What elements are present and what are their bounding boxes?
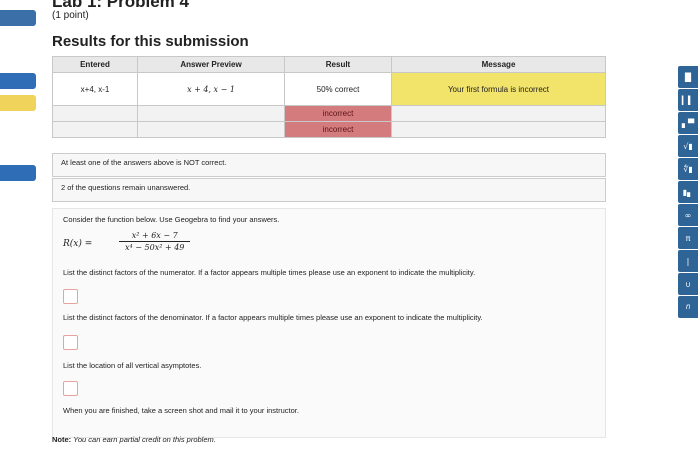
table-row: incorrect [52,105,606,122]
asymptotes-answer-input[interactable] [63,381,78,396]
preview-cell [137,105,285,122]
left-sidebar-tab[interactable] [0,10,36,26]
union-icon[interactable]: ∪ [678,273,698,295]
entered-cell [52,105,138,122]
left-sidebar-tab[interactable] [0,73,36,89]
question-denominator-factors: List the distinct factors of the denomin… [63,313,483,322]
abs-icon[interactable]: | [678,250,698,272]
fraction-bar [119,241,191,242]
numerator-answer-input[interactable] [63,289,78,304]
left-sidebar-tab[interactable] [0,95,36,111]
partial-credit-note: Note: You can earn partial credit on thi… [52,435,216,444]
table-row: x+4, x-1 x + 4, x − 1 50% correct Your f… [52,72,606,106]
problem-body: Consider the function below. Use Geogebr… [52,208,606,438]
not-correct-notice: At least one of the answers above is NOT… [52,153,606,177]
math-toolbar: ▐▌ ▎▍ ▖▀ √▮ ∜▮ ▮▖ ∞ π | ∪ 𝑛 [678,66,700,319]
finish-instructions: When you are finished, take a screen sho… [63,406,299,415]
result-cell: incorrect [284,105,392,122]
infinity-icon[interactable]: ∞ [678,204,698,226]
preview-cell: x + 4, x − 1 [137,72,285,106]
preview-cell [137,121,285,138]
column-header: Message [391,56,606,73]
function-numerator: x² + 6x − 7 [131,231,178,240]
pi-icon[interactable]: π [678,227,698,249]
column-header: Answer Preview [137,56,285,73]
table-header-row: Entered Answer Preview Result Message [52,56,606,73]
entered-cell [52,121,138,138]
subscript-icon[interactable]: ▮▖ [678,181,698,203]
mixed-fraction-icon[interactable]: ▎▍ [678,89,698,111]
message-cell [391,105,606,122]
results-table: Entered Answer Preview Result Message x+… [52,56,606,138]
function-label: R(x) = [63,239,93,249]
note-text: You can earn partial credit on this prob… [73,435,216,444]
function-denominator: x⁴ − 50x² + 49 [125,243,185,252]
question-numerator-factors: List the distinct factors of the numerat… [63,268,476,277]
entered-cell: x+4, x-1 [52,72,138,106]
table-row: incorrect [52,121,606,138]
question-vertical-asymptotes: List the location of all vertical asympt… [63,361,202,370]
denominator-answer-input[interactable] [63,335,78,350]
nth-root-icon[interactable]: ∜▮ [678,158,698,180]
message-cell: Your first formula is incorrect [391,72,606,106]
fraction-icon[interactable]: ▐▌ [678,66,698,88]
points-label: (1 point) [52,10,89,21]
result-cell: incorrect [284,121,392,138]
left-sidebar-tab[interactable] [0,165,36,181]
result-cell: 50% correct [284,72,392,106]
note-label: Note: [52,435,72,444]
problem-intro: Consider the function below. Use Geogebr… [63,215,280,224]
results-heading: Results for this submission [52,33,249,50]
column-header: Entered [52,56,138,73]
column-header: Result [284,56,392,73]
function-fraction: x² + 6x − 7 x⁴ − 50x² + 49 [119,231,191,252]
sqrt-icon[interactable]: √▮ [678,135,698,157]
message-cell [391,121,606,138]
unanswered-notice: 2 of the questions remain unanswered. [52,178,606,202]
superscript-icon[interactable]: ▖▀ [678,112,698,134]
script-n-icon[interactable]: 𝑛 [678,296,698,318]
